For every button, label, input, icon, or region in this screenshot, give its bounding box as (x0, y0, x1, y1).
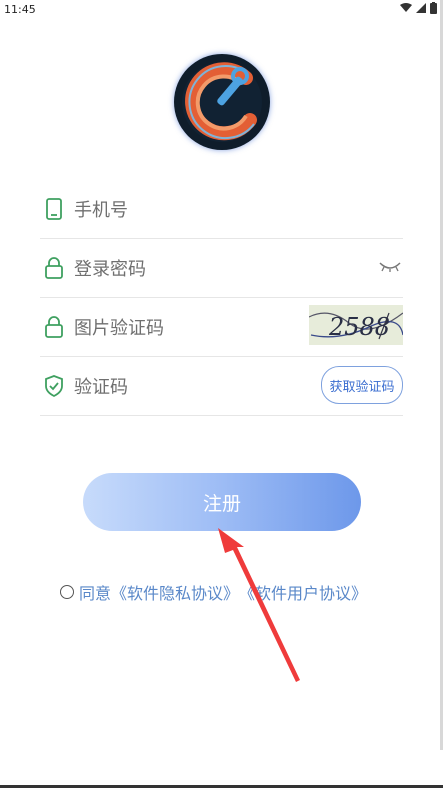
annotation-arrow (218, 528, 300, 682)
